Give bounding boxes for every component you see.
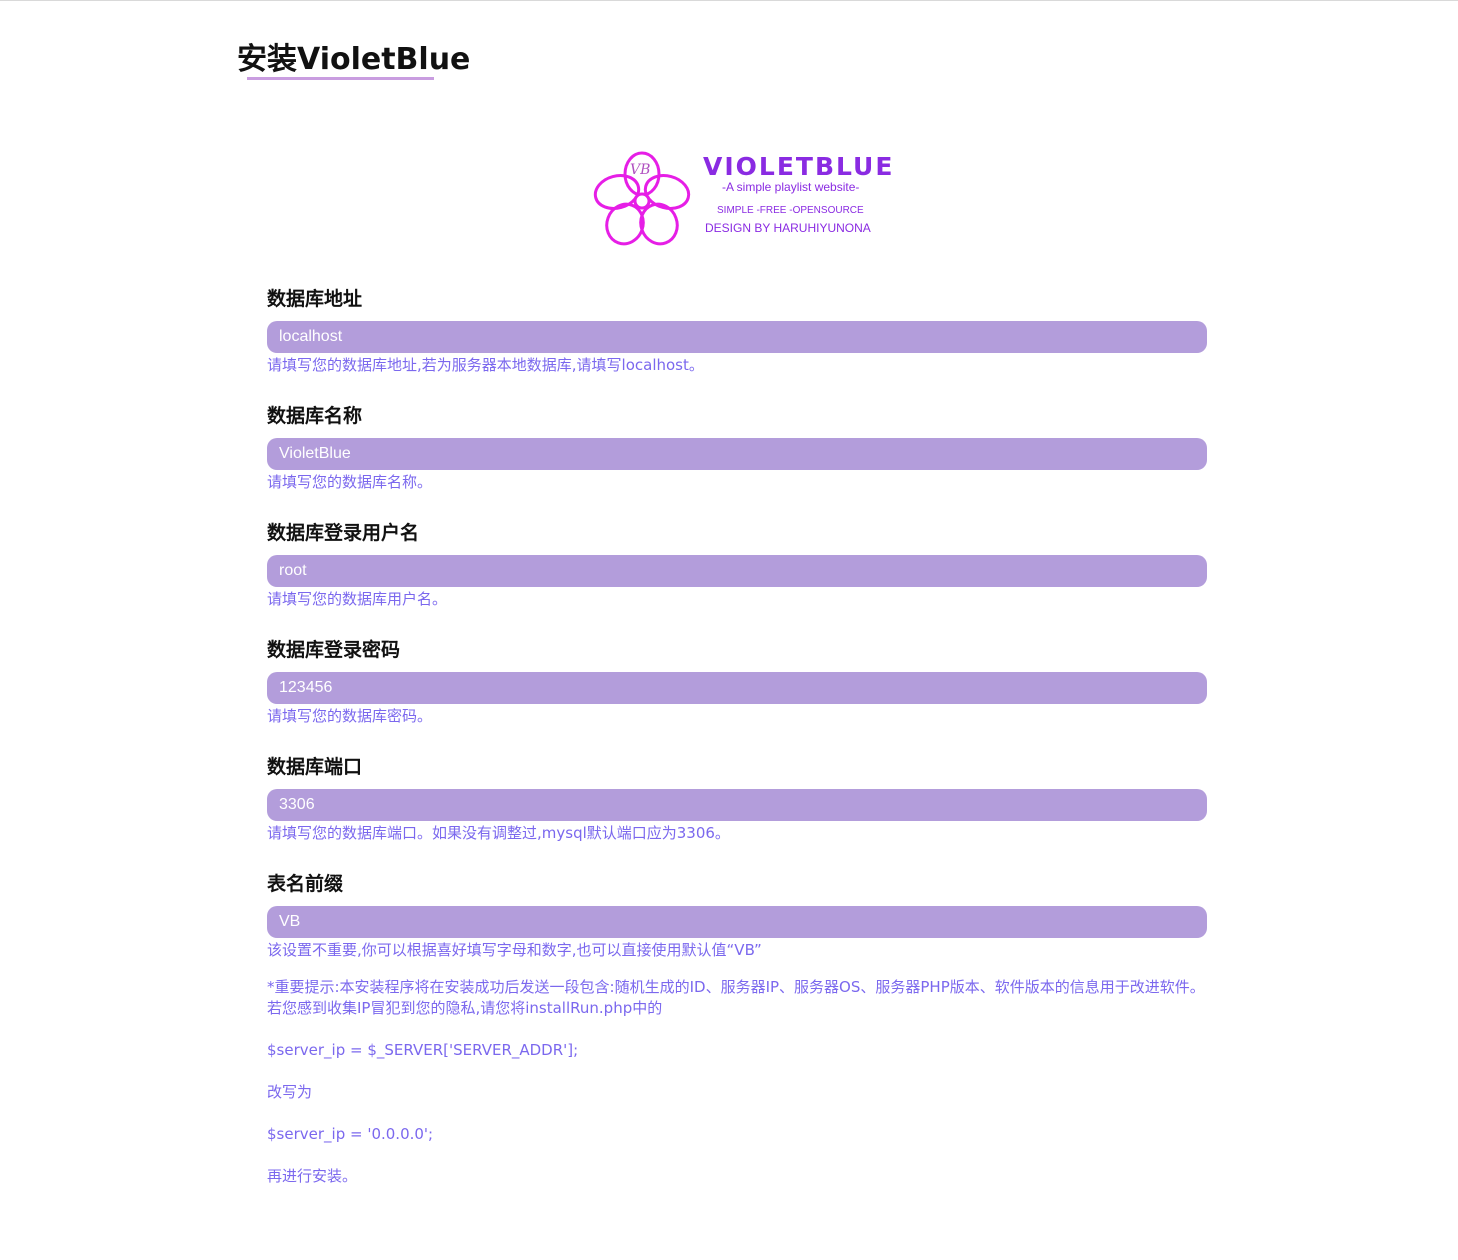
db-user-hint: 请填写您的数据库用户名。 [267,590,448,608]
top-border [0,0,1458,1]
db-port-hint: 请填写您的数据库端口。如果没有调整过,mysql默认端口应为3306。 [267,824,730,842]
notice-code-replacement: $server_ip = '0.0.0.0'; [267,1125,434,1143]
db-name-label: 数据库名称 [267,405,363,427]
db-user-label: 数据库登录用户名 [267,522,420,544]
table-prefix-label: 表名前缀 [267,873,344,895]
logo-tagline: -A simple playlist website- [722,180,860,194]
db-name-hint: 请填写您的数据库名称。 [267,473,433,491]
page-title: 安装VioletBlue [237,42,471,77]
db-port-label: 数据库端口 [267,756,363,778]
logo-credit: DESIGN BY HARUHIYUNONA [705,221,871,235]
db-port-input[interactable] [267,789,1207,821]
db-password-input[interactable] [267,672,1207,704]
notice-code-original: $server_ip = $_SERVER['SERVER_ADDR']; [267,1041,579,1059]
db-host-label: 数据库地址 [267,288,363,310]
privacy-notice: *重要提示:本安装程序将在安装成功后发送一段包含:随机生成的ID、服务器IP、服… [267,978,1205,1017]
title-underline [247,77,434,80]
db-host-input[interactable] [267,321,1207,353]
db-password-hint: 请填写您的数据库密码。 [267,707,433,725]
table-prefix-input[interactable] [267,906,1207,938]
db-host-hint: 请填写您的数据库地址,若为服务器本地数据库,请填写localhost。 [267,356,704,374]
db-name-input[interactable] [267,438,1207,470]
db-user-input[interactable] [267,555,1207,587]
logo-monogram: VB [630,162,650,178]
logo-name: VIOLETBLUE [703,152,895,181]
db-password-label: 数据库登录密码 [267,639,401,661]
table-prefix-hint: 该设置不重要,你可以根据喜好填写字母和数字,也可以直接使用默认值“VB” [267,941,762,959]
notice-rewrite-label: 改写为 [267,1083,313,1101]
notice-final: 再进行安装。 [267,1167,358,1185]
logo-motto: SIMPLE -FREE -OPENSOURCE [717,205,864,216]
